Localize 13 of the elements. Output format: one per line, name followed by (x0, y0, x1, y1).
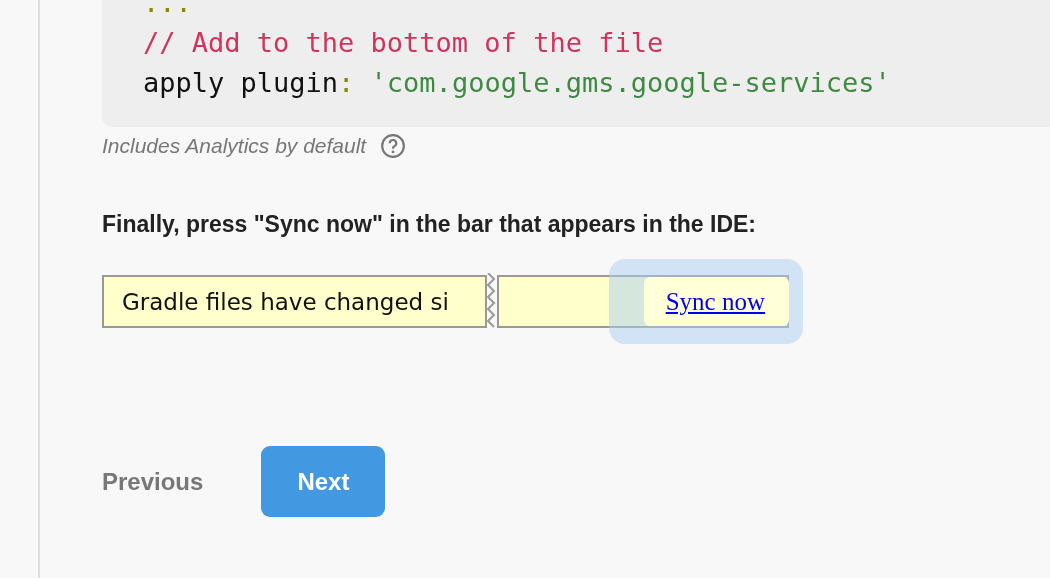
caption: Includes Analytics by default (102, 134, 367, 158)
notification-bar: Gradle files have changed si (102, 275, 487, 328)
sync-now-link[interactable]: Sync now (643, 277, 789, 326)
instruction-text: Finally, press "Sync now" in the bar that appears in the IDE: (102, 211, 758, 238)
code-token: // Add to the bottom of the file (143, 27, 664, 58)
code-token: 'com.google.gms.google-services' (369, 67, 891, 98)
previous-button[interactable]: Previous (102, 467, 204, 496)
code-token: apply plugin (143, 67, 339, 98)
break-icon (486, 273, 498, 330)
code-token: ... (143, 0, 192, 18)
next-button[interactable]: Next (261, 446, 386, 517)
code-token: : (338, 67, 355, 98)
help-icon[interactable] (380, 133, 407, 159)
